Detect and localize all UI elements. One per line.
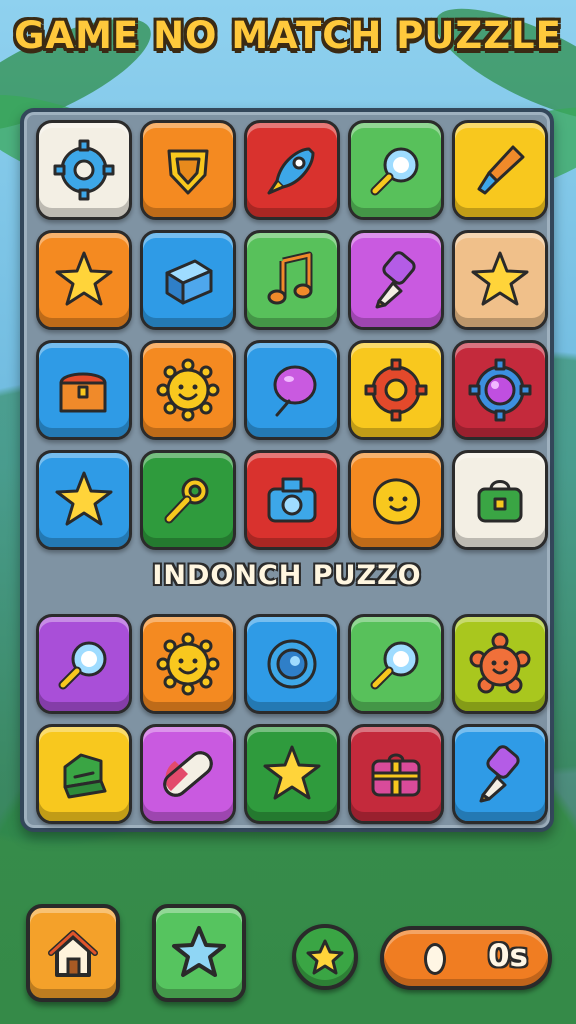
puzzle-board: INDONCH PUZZO <box>20 108 554 832</box>
shield-badge-icon <box>167 149 209 195</box>
board-top-tile[interactable] <box>36 120 132 220</box>
board-top-tile[interactable] <box>140 120 236 220</box>
key-icon <box>164 477 209 524</box>
smiling-flower-icon <box>469 632 531 694</box>
gear-icon <box>53 139 115 201</box>
coin-icon <box>424 943 446 975</box>
gear-ring-icon <box>364 358 428 422</box>
star-icon <box>263 745 321 800</box>
tile-grid-top <box>36 120 548 550</box>
board-bottom-tile[interactable] <box>140 614 236 714</box>
paintbrush-icon <box>477 145 525 195</box>
green-sofa-icon <box>63 753 107 799</box>
board-top-tile[interactable] <box>36 230 132 330</box>
music-note-icon <box>267 251 313 305</box>
treasure-chest-icon <box>59 372 107 413</box>
block-cube-icon <box>165 259 213 305</box>
star-icon <box>471 251 529 306</box>
balloon-icon <box>273 365 317 417</box>
board-top-tile[interactable] <box>452 340 548 440</box>
star-icon <box>55 251 113 306</box>
board-top-tile[interactable] <box>244 120 340 220</box>
brush-tool-icon <box>375 251 416 309</box>
board-bottom-tile[interactable] <box>452 724 548 824</box>
magnifier-icon <box>58 641 107 690</box>
board-top-tile[interactable] <box>244 230 340 330</box>
star-icon <box>55 471 113 526</box>
rocket-icon <box>267 147 315 195</box>
gift-box-icon <box>371 753 421 797</box>
board-top-tile[interactable] <box>140 450 236 550</box>
star-coin-button[interactable] <box>292 924 358 990</box>
board-top-tile[interactable] <box>452 230 548 330</box>
star-icon <box>306 939 344 975</box>
board-top-tile[interactable] <box>348 340 444 440</box>
board-top-tile[interactable] <box>140 340 236 440</box>
score-value: 0s <box>487 938 528 974</box>
magnifier-icon <box>370 147 419 196</box>
star-button[interactable] <box>152 904 246 1002</box>
lunchbox-icon <box>477 480 523 523</box>
gem-gear-icon <box>468 358 532 422</box>
board-top-tile[interactable] <box>36 340 132 440</box>
home-button[interactable] <box>26 904 120 1002</box>
ring-icon <box>267 639 317 689</box>
board-top-tile[interactable] <box>244 450 340 550</box>
board-bottom-tile[interactable] <box>244 724 340 824</box>
score-bar: 0s <box>380 926 552 990</box>
board-top-tile[interactable] <box>452 120 548 220</box>
smiling-sun-icon <box>156 632 220 696</box>
star-icon <box>172 926 226 977</box>
game-title: GAME NO MATCH PUZZLE <box>14 14 562 57</box>
board-top-tile[interactable] <box>244 340 340 440</box>
board-bottom-tile[interactable] <box>452 614 548 714</box>
board-bottom-tile[interactable] <box>36 724 132 824</box>
board-subtitle: INDONCH PUZZO <box>152 560 422 591</box>
board-bottom-tile[interactable] <box>140 724 236 824</box>
board-bottom-tile[interactable] <box>348 614 444 714</box>
board-bottom-tile[interactable] <box>36 614 132 714</box>
home-icon <box>48 930 98 977</box>
smiling-sun-icon <box>156 358 220 422</box>
brush-tool-icon <box>479 745 520 803</box>
smiling-blob-icon <box>373 478 420 525</box>
board-top-tile[interactable] <box>452 450 548 550</box>
camera-icon <box>267 477 317 523</box>
pill-capsule-icon <box>163 751 213 797</box>
board-top-tile[interactable] <box>348 120 444 220</box>
magnifier-icon <box>370 641 419 690</box>
board-top-tile[interactable] <box>348 230 444 330</box>
board-top-tile[interactable] <box>36 450 132 550</box>
board-top-tile[interactable] <box>348 450 444 550</box>
tile-grid-bottom <box>36 614 548 824</box>
board-top-tile[interactable] <box>140 230 236 330</box>
board-bottom-tile[interactable] <box>348 724 444 824</box>
board-bottom-tile[interactable] <box>244 614 340 714</box>
